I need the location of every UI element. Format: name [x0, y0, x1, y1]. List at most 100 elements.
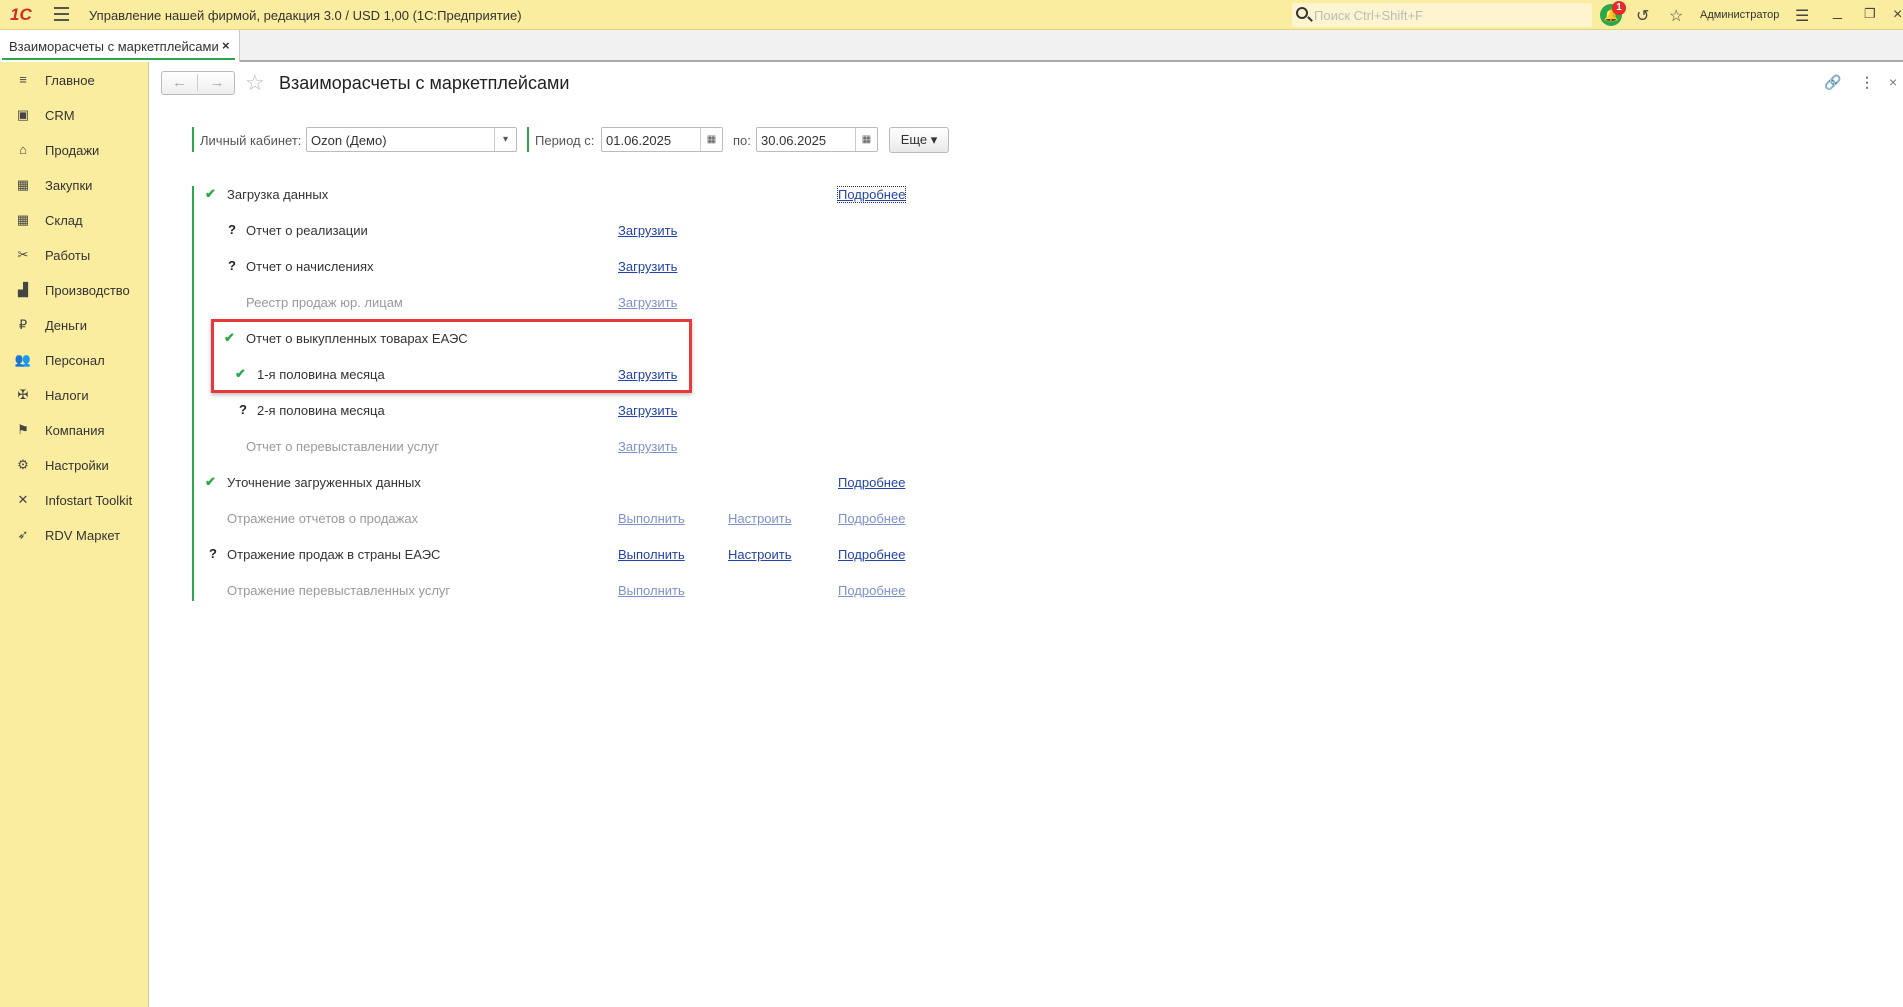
sidebar-icon: ✂: [17, 247, 29, 262]
sidebar-item-2[interactable]: ⌂ Продажи: [0, 136, 148, 166]
sidebar-item-5[interactable]: ✂ Работы: [0, 241, 148, 271]
search-placeholder: Поиск Ctrl+Shift+F: [1314, 8, 1423, 23]
user-name[interactable]: Администратор: [1700, 9, 1779, 21]
sidebar-icon: ⚙: [17, 457, 29, 472]
sidebar-icon: ▦: [16, 177, 30, 192]
action-link[interactable]: Выполнить: [618, 583, 685, 598]
close-window-icon[interactable]: ×: [1893, 6, 1902, 24]
sidebar-item-label: Продажи: [45, 143, 100, 158]
action-link[interactable]: Загрузить: [618, 223, 677, 238]
search-input[interactable]: Поиск Ctrl+Shift+F: [1292, 3, 1592, 27]
action-link[interactable]: Выполнить: [618, 511, 685, 526]
steps-group-marker: [192, 186, 194, 601]
nav-buttons: ← →: [161, 71, 235, 95]
chevron-down-icon[interactable]: ▾: [494, 128, 516, 151]
details-link[interactable]: Подробнее: [836, 186, 907, 203]
period-from-label: Период с:: [535, 133, 595, 148]
more-label: Еще: [900, 132, 928, 147]
details-link[interactable]: Подробнее: [838, 547, 905, 562]
step-row: ? Отчет о реализации Загрузить: [194, 216, 994, 246]
period-to-input[interactable]: 30.06.2025 ▦: [756, 127, 878, 152]
sidebar-item-label: Главное: [45, 73, 95, 88]
minimize-icon[interactable]: _: [1833, 3, 1842, 21]
sidebar-item-label: Производство: [45, 283, 130, 298]
sidebar-item-11[interactable]: ⚙ Настройки: [0, 451, 148, 481]
cabinet-select[interactable]: Ozon (Демо) ▾: [306, 127, 517, 152]
sidebar-icon: ✕: [17, 492, 29, 507]
sidebar-item-label: Настройки: [45, 458, 109, 473]
highlight-box: [211, 319, 692, 393]
action-link[interactable]: Загрузить: [618, 439, 677, 454]
search-icon: [1296, 7, 1308, 19]
sidebar-item-9[interactable]: ✠ Налоги: [0, 381, 148, 411]
top-bar: 1С Управление нашей фирмой, редакция 3.0…: [0, 0, 1903, 30]
1c-logo: 1С: [10, 5, 32, 24]
step-row: ? Отчет о начислениях Загрузить: [194, 252, 994, 282]
sidebar-item-label: Склад: [45, 213, 83, 228]
sidebar-item-6[interactable]: ▟ Производство: [0, 276, 148, 306]
question-icon: ?: [239, 402, 247, 417]
sidebar-item-10[interactable]: ⚑ Компания: [0, 416, 148, 446]
check-icon: ✔: [205, 474, 216, 489]
restore-icon[interactable]: ❐: [1864, 6, 1876, 22]
sidebar-item-1[interactable]: ▣ CRM: [0, 101, 148, 131]
action-link[interactable]: Загрузить: [618, 403, 677, 418]
favorite-star-icon[interactable]: ☆: [245, 70, 265, 96]
app-title: Управление нашей фирмой, редакция 3.0 / …: [89, 8, 522, 23]
sidebar-item-label: Налоги: [45, 388, 89, 403]
link-icon[interactable]: 🔗: [1824, 74, 1841, 91]
calendar-icon[interactable]: ▦: [855, 128, 877, 151]
back-arrow-icon[interactable]: ←: [162, 74, 198, 91]
step-row: ✔ Уточнение загруженных данных Подробнее: [194, 468, 994, 498]
history-icon[interactable]: ↺: [1636, 6, 1649, 26]
step-label: Реестр продаж юр. лицам: [246, 295, 403, 310]
setup-link[interactable]: Настроить: [728, 511, 792, 526]
more-button[interactable]: Еще ▾: [889, 127, 949, 153]
details-link[interactable]: Подробнее: [838, 475, 905, 490]
calendar-icon[interactable]: ▦: [700, 128, 722, 151]
sidebar-item-12[interactable]: ✕ Infostart Toolkit: [0, 486, 148, 516]
step-label: Уточнение загруженных данных: [227, 475, 421, 490]
step-label: Отчет о начислениях: [246, 259, 374, 274]
tab-close-icon[interactable]: ×: [222, 38, 230, 53]
step-row: ? 2-я половина месяца Загрузить: [194, 396, 994, 426]
step-label: Отражение отчетов о продажах: [227, 511, 419, 526]
tab-bar: Взаиморасчеты с маркетплейсами ×: [0, 30, 1903, 62]
close-form-icon[interactable]: ×: [1889, 74, 1897, 90]
sidebar-item-8[interactable]: 👥 Персонал: [0, 346, 148, 376]
sidebar-icon: ▟: [18, 282, 28, 297]
details-link[interactable]: Подробнее: [838, 583, 905, 598]
period-from-value: 01.06.2025: [606, 133, 672, 148]
sidebar-item-0[interactable]: ≡ Главное: [0, 66, 148, 96]
action-link[interactable]: Выполнить: [618, 547, 685, 562]
more-actions-icon[interactable]: ⋮: [1860, 74, 1874, 91]
favorites-star-icon[interactable]: ☆: [1669, 6, 1683, 26]
sidebar-icon: ▣: [16, 107, 30, 122]
menu-icon[interactable]: [54, 7, 69, 21]
action-link[interactable]: Загрузить: [618, 259, 677, 274]
sidebar-icon: ➶: [17, 527, 29, 542]
step-row: ✔ Загрузка данных Подробнее: [194, 180, 994, 210]
period-from-input[interactable]: 01.06.2025 ▦: [601, 127, 723, 152]
sidebar-icon: ▦: [16, 212, 30, 227]
action-link[interactable]: Загрузить: [618, 295, 677, 310]
sidebar-item-label: Персонал: [45, 353, 105, 368]
sidebar-item-3[interactable]: ▦ Закупки: [0, 171, 148, 201]
settings-menu-icon[interactable]: ☰: [1795, 6, 1809, 26]
sidebar-item-4[interactable]: ▦ Склад: [0, 206, 148, 236]
question-icon: ?: [209, 546, 217, 561]
setup-link[interactable]: Настроить: [728, 547, 792, 562]
step-row: Отчет о перевыставлении услуг Загрузить: [194, 432, 994, 462]
tab-label: Взаиморасчеты с маркетплейсами: [9, 39, 219, 54]
forward-arrow-icon[interactable]: →: [199, 74, 235, 91]
details-link[interactable]: Подробнее: [838, 511, 905, 526]
sidebar-icon: ₽: [18, 317, 28, 332]
cabinet-value: Ozon (Демо): [311, 133, 387, 148]
sidebar-item-13[interactable]: ➶ RDV Маркет: [0, 521, 148, 551]
tab-marketplace-settlements[interactable]: Взаиморасчеты с маркетплейсами ×: [0, 30, 240, 62]
sidebar-icon: ⌂: [19, 142, 27, 157]
question-icon: ?: [228, 258, 236, 273]
sidebar-item-label: Закупки: [45, 178, 93, 193]
sidebar-icon: 👥: [14, 352, 32, 367]
sidebar-item-7[interactable]: ₽ Деньги: [0, 311, 148, 341]
